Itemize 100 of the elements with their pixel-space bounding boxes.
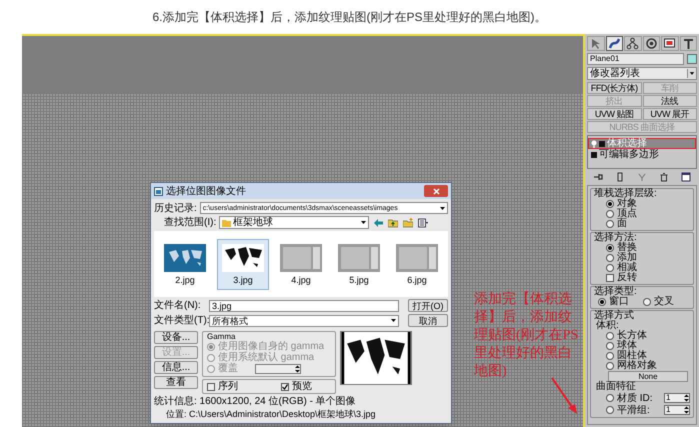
radio-button[interactable]: [606, 264, 614, 272]
radio-button[interactable]: [606, 254, 614, 262]
dialog-button[interactable]: 设备...: [154, 331, 198, 344]
image-thumbnail: [222, 244, 264, 272]
radio-label: 使用系统默认 gamma: [218, 352, 314, 363]
radio-label: 网格对象: [617, 361, 657, 371]
field-label: 历史记录:: [154, 202, 197, 214]
checkbox-label: 预览: [292, 381, 312, 392]
location-text: 位置: C:\Users\Administrator\Desktop\框架地球\3.jpg: [165, 409, 377, 420]
caption: 6.添加完【体积选择】后，添加纹理贴图(刚才在PS里处理好的黑白地图)。: [152, 9, 546, 26]
none-button[interactable]: None: [608, 371, 688, 382]
thumbnail-item[interactable]: 4.jpg: [275, 238, 327, 290]
thumbnail-item[interactable]: 5.jpg: [333, 238, 385, 290]
radio-label: 交叉: [654, 297, 674, 307]
radio-label: 相减: [617, 263, 637, 273]
file-type-dropdown[interactable]: 所有格式: [209, 314, 399, 326]
spinner-arrows-icon: [684, 394, 689, 402]
radio-label: 面: [617, 219, 627, 229]
object-name-field[interactable]: Plane01: [587, 53, 684, 65]
panel-tab[interactable]: [642, 36, 660, 51]
group-title: Gamma: [207, 332, 236, 341]
field-label: 查找范围(I):: [164, 217, 216, 228]
folder-icon: [222, 218, 232, 226]
panel-tab[interactable]: [624, 36, 642, 51]
spinner-arrows-icon: [684, 406, 689, 414]
radio-button[interactable]: [606, 362, 614, 370]
back-arrow-icon: [373, 218, 384, 228]
open-button[interactable]: 打开(O): [408, 299, 448, 312]
fork-icon: [637, 172, 647, 182]
look-in-dropdown[interactable]: 框架地球: [219, 216, 370, 229]
radio-label: 材质 ID:: [617, 392, 654, 404]
radio-button[interactable]: [606, 220, 614, 228]
spinner-field[interactable]: 1: [664, 405, 690, 415]
panel-tab[interactable]: [606, 36, 623, 51]
checkbox[interactable]: [207, 382, 215, 390]
cursor-icon: [589, 37, 602, 50]
new-folder-icon: [403, 218, 414, 228]
modifier-button[interactable]: UVW 展开: [642, 108, 697, 120]
image-thumbnail: [338, 244, 380, 272]
section-label: 曲面特征: [596, 382, 637, 392]
panel-tab[interactable]: [661, 36, 678, 51]
modifier-button[interactable]: 法线: [642, 95, 697, 107]
radio-button[interactable]: [606, 200, 614, 208]
curve-icon: [608, 37, 621, 50]
radio-label: 圆柱体: [617, 351, 647, 361]
cancel-button[interactable]: 取消: [408, 314, 448, 327]
image-thumbnail: [280, 244, 322, 272]
checkbox-label: 序列: [218, 381, 239, 392]
image-thumbnail: [396, 244, 438, 272]
image-thumbnail: [164, 244, 206, 272]
bulb-icon: [591, 140, 597, 148]
radio-button[interactable]: [598, 298, 606, 306]
group-title: 选择方式: [594, 311, 635, 321]
pin-icon: [593, 172, 603, 182]
modifier-list-dropdown[interactable]: 修改器列表: [587, 67, 697, 80]
radio-label: 顶点: [617, 209, 637, 219]
radio-label: 长方体: [617, 331, 647, 341]
annotation-arrow: [550, 376, 580, 416]
radio-button[interactable]: [606, 394, 614, 402]
close-button[interactable]: [424, 185, 448, 197]
thumbnail-item[interactable]: 2.jpg: [159, 238, 211, 290]
checkbox[interactable]: [281, 382, 289, 390]
radio-button[interactable]: [606, 210, 614, 218]
image-preview: [340, 331, 412, 385]
radio-button[interactable]: [643, 298, 651, 306]
dialog-button[interactable]: 信息...: [154, 361, 198, 374]
radio-button[interactable]: [606, 332, 614, 340]
radio-button[interactable]: [606, 352, 614, 360]
bar-icon: [615, 172, 625, 182]
gamma-spinner[interactable]: [255, 364, 301, 374]
radio-label: 对象: [617, 199, 637, 209]
annotation-text: 添加完【体积选择】后，添加纹理贴图(刚才在PS里处理好的黑白地图): [474, 291, 580, 381]
spinner-field[interactable]: 1: [664, 393, 690, 403]
radio-label: 平滑组:: [617, 404, 651, 416]
toolbar-button[interactable]: [417, 216, 430, 228]
radio-label: 窗口: [609, 297, 629, 307]
window-icon: [154, 186, 163, 196]
radio-button[interactable]: [606, 244, 614, 252]
caret-icon: [687, 69, 696, 78]
panel-tab[interactable]: [680, 36, 697, 51]
dialog-button[interactable]: 查看: [154, 376, 198, 389]
circle-icon: [644, 37, 658, 50]
radio-label: 使用图像自身的 gamma: [218, 341, 324, 352]
thumbnail-item[interactable]: 6.jpg: [391, 238, 443, 290]
stack-item[interactable]: 可编辑多边形: [588, 149, 696, 160]
spinner-arrows-icon: [295, 364, 300, 372]
checkbox[interactable]: [606, 274, 614, 282]
check-icon: [282, 384, 288, 390]
radio-label: 添加: [617, 253, 637, 263]
radio-button[interactable]: [606, 342, 614, 350]
checkbox-label: 反转: [617, 273, 637, 283]
modifier-button[interactable]: FFD(长方体): [587, 82, 642, 94]
toolbar-button[interactable]: [387, 216, 400, 228]
radio-label: 覆盖: [218, 363, 238, 374]
modifier-button[interactable]: UVW 贴图: [587, 108, 642, 120]
color-swatch[interactable]: [687, 54, 697, 64]
stats-text: 统计信息: 1600x1200, 24 位(RGB) - 单个图像: [154, 396, 357, 407]
thumbnail-item[interactable]: 3.jpg: [217, 238, 269, 290]
radio-button[interactable]: [606, 406, 614, 414]
file-name-field[interactable]: 3.jpg: [209, 300, 399, 312]
